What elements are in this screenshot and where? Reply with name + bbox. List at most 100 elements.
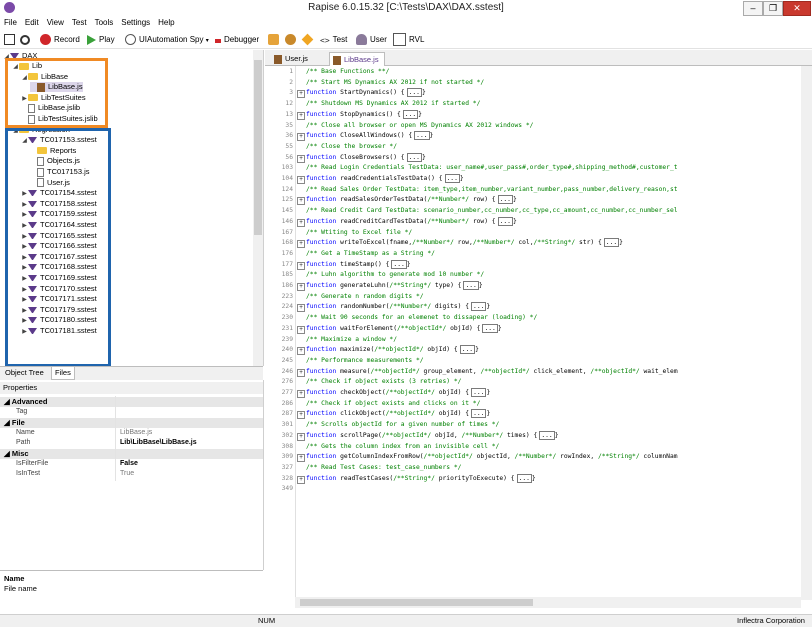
- function-line[interactable]: function writeToExcel(fname,/**Number*/ …: [306, 238, 623, 249]
- comment-line[interactable]: /** Read Test Cases: test_case_numbers *…: [306, 463, 461, 474]
- comment-line[interactable]: /** Check if object exists and clicks on…: [306, 399, 480, 410]
- fold-expand-icon[interactable]: +: [297, 283, 305, 291]
- fold-expand-icon[interactable]: +: [297, 197, 305, 206]
- function-line[interactable]: function generateLuhn(/**String*/ type) …: [306, 281, 483, 292]
- editor-vertical-scrollbar[interactable]: [801, 66, 812, 600]
- menu-view[interactable]: View: [43, 16, 68, 30]
- function-line[interactable]: function readCreditCardTestData(/**Numbe…: [306, 216, 517, 228]
- function-line[interactable]: function checkObject(/**objectId*/ objId…: [306, 388, 490, 399]
- puzzle-icon[interactable]: [268, 33, 282, 46]
- function-line[interactable]: function StopDynamics() {...}: [306, 109, 422, 121]
- fold-expand-icon[interactable]: +: [297, 347, 305, 356]
- fold-expand-icon[interactable]: +: [297, 368, 305, 377]
- prop-row-isintest[interactable]: IsInTest True: [0, 469, 263, 479]
- fold-expand-icon[interactable]: +: [297, 454, 305, 463]
- comment-line[interactable]: /** Scrolls objectId for a given number …: [306, 420, 499, 431]
- function-line[interactable]: function getColumnIndexFromRow(/**object…: [306, 452, 678, 463]
- editor-horizontal-thumb[interactable]: [300, 599, 533, 606]
- prop-group-misc[interactable]: ◢ Misc: [0, 449, 263, 459]
- tab-files[interactable]: Files: [51, 367, 75, 380]
- comment-line[interactable]: /** Close all browser or open MS Dynamic…: [306, 121, 533, 132]
- comment-line[interactable]: /** Wait 90 seconds for an elemenet to d…: [306, 313, 537, 324]
- fold-expand-icon[interactable]: +: [297, 111, 305, 120]
- comment-line[interactable]: /** Read Sales Order TestData: item_type…: [306, 185, 678, 196]
- function-line[interactable]: function measure(/**objectId*/ group_ele…: [306, 367, 678, 378]
- fold-expand-icon[interactable]: +: [297, 261, 305, 270]
- comment-line[interactable]: /** Read Login Credentials TestData: use…: [306, 163, 678, 174]
- comment-line[interactable]: /** Get a TimeStamp as a String */: [306, 249, 435, 260]
- function-line[interactable]: function scrollPage(/**objectId*/ objId,…: [306, 430, 558, 442]
- maximize-button[interactable]: ❐: [763, 1, 783, 16]
- prop-group-file[interactable]: ◢ File: [0, 418, 263, 428]
- fold-expand-icon[interactable]: +: [297, 390, 305, 398]
- collapsed-block-icon[interactable]: ...: [402, 109, 419, 119]
- collapsed-block-icon[interactable]: ...: [414, 131, 430, 141]
- function-line[interactable]: function timeStamp() {...}: [306, 259, 411, 271]
- collapsed-block-icon[interactable]: ...: [406, 88, 422, 98]
- cookie-icon[interactable]: [285, 33, 299, 46]
- function-line[interactable]: function readCredentialsTestData() {...}: [306, 174, 464, 185]
- diamond-icon[interactable]: [301, 33, 316, 46]
- collapsed-block-icon[interactable]: ...: [603, 238, 620, 248]
- fold-expand-icon[interactable]: +: [297, 240, 305, 249]
- debugger-button[interactable]: Debugger: [215, 33, 259, 46]
- comment-line[interactable]: /** Wtiting to Excel file */: [306, 228, 412, 239]
- save-icon[interactable]: [4, 33, 18, 46]
- collapsed-block-icon[interactable]: ...: [391, 259, 407, 269]
- menu-settings[interactable]: Settings: [117, 16, 154, 30]
- comment-line[interactable]: /** Maximize a window */: [306, 335, 397, 346]
- comment-line[interactable]: /** Base Functions **/: [306, 67, 389, 78]
- menu-edit[interactable]: Edit: [21, 16, 43, 30]
- fold-expand-icon[interactable]: +: [297, 154, 305, 163]
- fold-expand-icon[interactable]: +: [297, 411, 305, 420]
- fold-expand-icon[interactable]: +: [297, 325, 305, 334]
- tab-object-tree[interactable]: Object Tree: [2, 367, 47, 379]
- collapsed-block-icon[interactable]: ...: [539, 430, 555, 440]
- minimize-button[interactable]: –: [743, 1, 763, 16]
- fold-expand-icon[interactable]: +: [297, 475, 305, 484]
- comment-line[interactable]: /** Generate n random digits */: [306, 292, 424, 303]
- collapsed-block-icon[interactable]: ...: [471, 388, 487, 397]
- comment-line[interactable]: /** Shutdown MS Dynamics AX 2012 if star…: [306, 99, 480, 110]
- function-line[interactable]: function readTestCases(/**String*/ prior…: [306, 473, 536, 485]
- comment-line[interactable]: /** Start MS Dynamics AX 2012 if not sta…: [306, 78, 484, 89]
- collapsed-block-icon[interactable]: ...: [497, 216, 513, 226]
- function-line[interactable]: function clickObject(/**objectId*/ objId…: [306, 409, 490, 420]
- fold-expand-icon[interactable]: +: [297, 90, 305, 99]
- menu-test[interactable]: Test: [68, 16, 91, 30]
- prop-row-name[interactable]: Name LibBase.js: [0, 428, 263, 438]
- tab-libbase-js[interactable]: LibBase.js: [329, 52, 385, 66]
- tree-scroll-thumb[interactable]: [254, 60, 262, 235]
- comment-line[interactable]: /** Luhn algorithm to generate mod 10 nu…: [306, 270, 484, 281]
- collapsed-block-icon[interactable]: ...: [482, 323, 498, 333]
- menu-tools[interactable]: Tools: [91, 16, 118, 30]
- test-button[interactable]: <> Test: [320, 33, 347, 46]
- comment-line[interactable]: /** Read Credit Card TestData: scenario_…: [306, 206, 678, 217]
- collapsed-block-icon[interactable]: ...: [471, 302, 487, 312]
- prop-row-tag[interactable]: Tag: [0, 407, 263, 417]
- prop-group-advanced[interactable]: ◢ Advanced: [0, 397, 263, 407]
- comment-line[interactable]: /** Check if object exists (3 retries) *…: [306, 377, 461, 388]
- uiautomation-spy-button[interactable]: UIAutomation Spy ▾: [125, 33, 209, 46]
- function-line[interactable]: function readSalesOrderTestData(/**Numbe…: [306, 195, 517, 206]
- collapsed-block-icon[interactable]: ...: [444, 174, 460, 183]
- rvl-button[interactable]: RVL: [393, 33, 424, 47]
- comment-line[interactable]: /** Close the browser */: [306, 142, 397, 153]
- tab-user-js[interactable]: User.js: [271, 52, 313, 65]
- fold-expand-icon[interactable]: +: [297, 432, 305, 441]
- function-line[interactable]: function maximize(/**objectId*/ objId) {…: [306, 345, 479, 356]
- prop-row-isfilterfile[interactable]: IsFilterFile False: [0, 459, 263, 469]
- function-line[interactable]: function CloseAllWindows() {...}: [306, 131, 433, 142]
- menu-help[interactable]: Help: [154, 16, 178, 30]
- function-line[interactable]: function StartDynamics() {...}: [306, 88, 426, 99]
- fold-expand-icon[interactable]: +: [297, 304, 305, 313]
- collapsed-block-icon[interactable]: ...: [459, 345, 476, 355]
- prop-row-path[interactable]: Path Lib\LibBase\LibBase.js: [0, 438, 263, 448]
- collapsed-block-icon[interactable]: ...: [471, 409, 487, 419]
- collapsed-block-icon[interactable]: ...: [516, 473, 532, 483]
- close-button[interactable]: ✕: [783, 1, 811, 16]
- fold-expand-icon[interactable]: +: [297, 133, 305, 142]
- collapsed-block-icon[interactable]: ...: [463, 281, 479, 290]
- function-line[interactable]: function randomNumber(/**Number*/ digits…: [306, 302, 490, 313]
- fold-expand-icon[interactable]: +: [297, 176, 305, 184]
